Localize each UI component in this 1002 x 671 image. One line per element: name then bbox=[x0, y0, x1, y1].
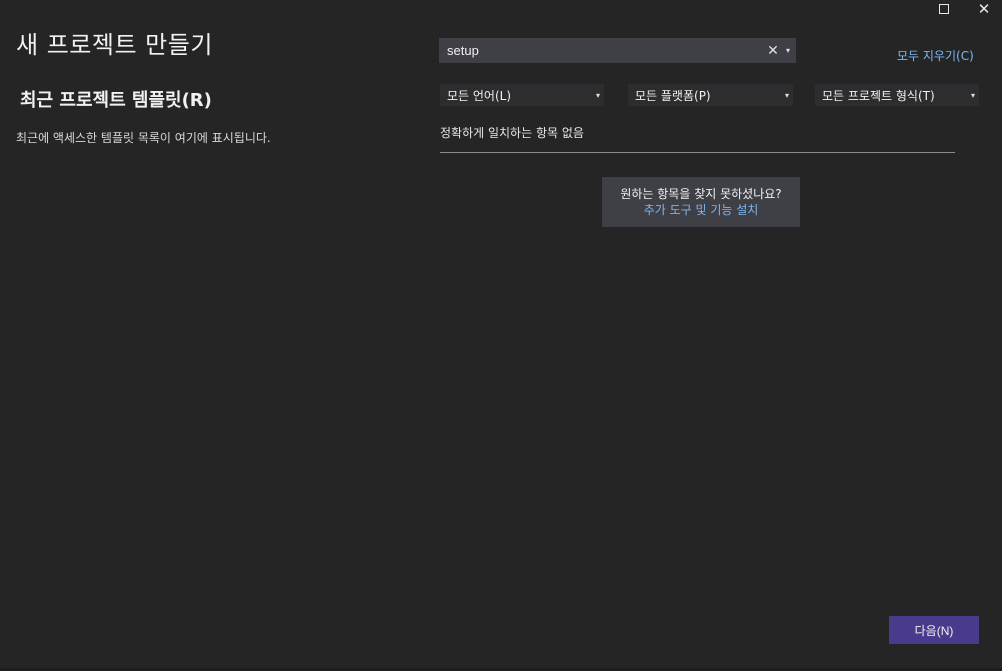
chevron-down-icon[interactable]: ▾ bbox=[781, 46, 795, 55]
page-title: 새 프로젝트 만들기 bbox=[16, 31, 213, 59]
maximize-icon bbox=[939, 4, 949, 14]
close-icon: ✕ bbox=[977, 0, 991, 18]
clear-all-link[interactable]: 모두 지우기(C) bbox=[897, 47, 974, 64]
create-project-window: ✕ 새 프로젝트 만들기 최근 프로젝트 템플릿(R) 최근에 액세스한 템플릿… bbox=[0, 0, 1002, 671]
next-button[interactable]: 다음(N) bbox=[889, 616, 979, 644]
install-more-tools-link[interactable]: 추가 도구 및 기능 설치 bbox=[644, 202, 759, 218]
language-filter-label: 모든 언어(L) bbox=[447, 88, 512, 103]
template-search-input[interactable] bbox=[440, 39, 765, 62]
template-search-box: ✕ ▾ bbox=[439, 38, 796, 63]
no-match-message: 정확하게 일치하는 항목 없음 bbox=[440, 126, 584, 140]
not-found-question: 원하는 항목을 찾지 못하셨나요? bbox=[620, 187, 782, 201]
chevron-down-icon: ▾ bbox=[595, 90, 600, 100]
close-button[interactable]: ✕ bbox=[964, 0, 1002, 18]
project-type-filter-dropdown[interactable]: 모든 프로젝트 형식(T) ▾ bbox=[815, 84, 979, 106]
platform-filter-label: 모든 플랫폼(P) bbox=[635, 88, 711, 103]
results-divider bbox=[440, 152, 955, 153]
chevron-down-icon: ▾ bbox=[784, 90, 789, 100]
project-type-filter-label: 모든 프로젝트 형식(T) bbox=[822, 88, 935, 103]
chevron-down-icon: ▾ bbox=[970, 90, 975, 100]
recent-templates-empty-message: 최근에 액세스한 템플릿 목록이 여기에 표시됩니다. bbox=[16, 131, 271, 145]
platform-filter-dropdown[interactable]: 모든 플랫폼(P) ▾ bbox=[628, 84, 793, 106]
not-found-panel: 원하는 항목을 찾지 못하셨나요? 추가 도구 및 기능 설치 bbox=[602, 177, 800, 227]
recent-templates-heading: 최근 프로젝트 템플릿(R) bbox=[20, 90, 212, 111]
maximize-button[interactable] bbox=[924, 0, 964, 18]
language-filter-dropdown[interactable]: 모든 언어(L) ▾ bbox=[440, 84, 604, 106]
clear-icon[interactable]: ✕ bbox=[765, 44, 781, 58]
